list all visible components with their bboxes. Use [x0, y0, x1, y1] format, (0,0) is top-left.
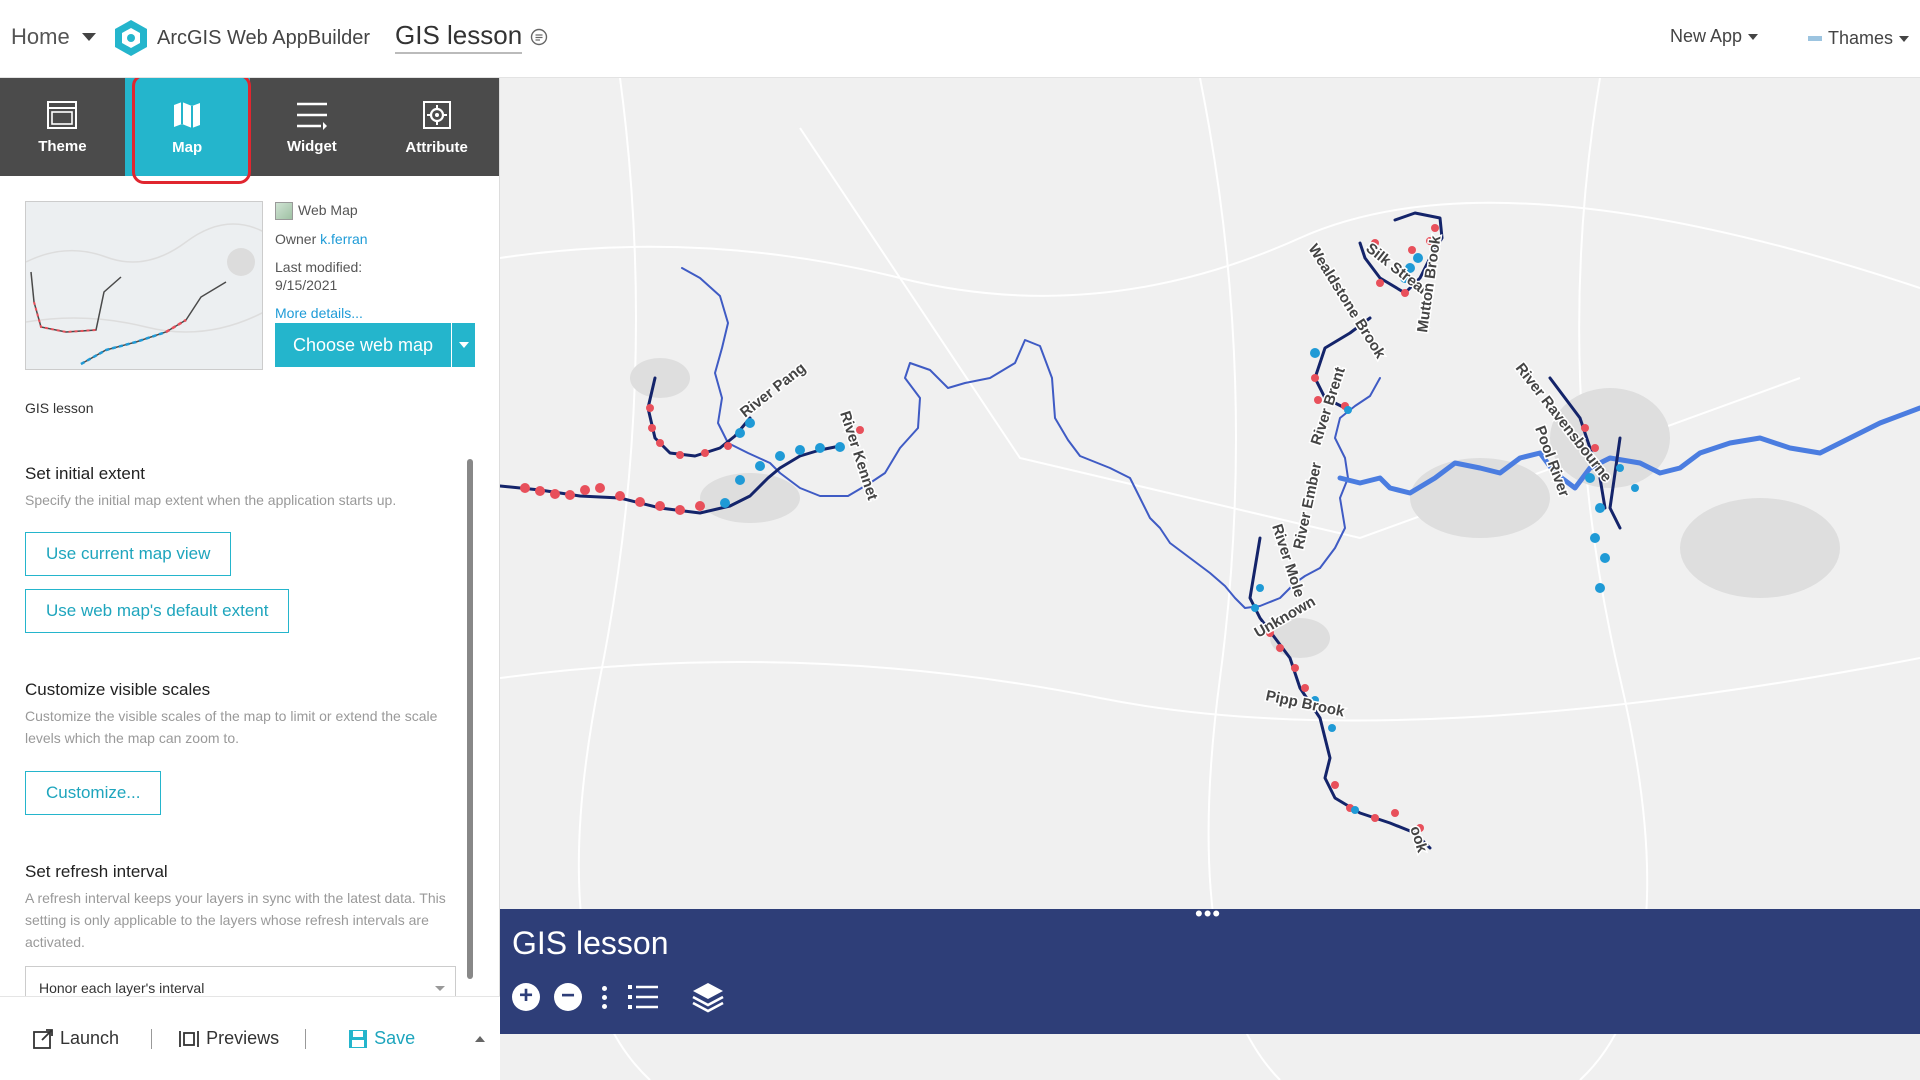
builder-side-panel: Theme Map Widget Attribute Web Map Owner…: [0, 74, 500, 1080]
chevron-down-icon: [1748, 33, 1759, 40]
label-pipp-brook: Pipp Brook: [1264, 687, 1346, 720]
visible-scales-heading: Customize visible scales: [25, 680, 211, 699]
tab-theme[interactable]: Theme: [0, 78, 125, 176]
launch-label: Launch: [60, 1028, 120, 1048]
home-label: Home: [11, 24, 70, 49]
last-modified-value: 9/15/2021: [275, 277, 338, 294]
top-bar: Home ArcGIS Web AppBuilder GIS lesson Ne…: [0, 0, 1920, 78]
refresh-interval-select[interactable]: Honor each layer's interval: [25, 966, 456, 996]
arcgis-logo-icon: [115, 20, 147, 56]
customize-scales-button[interactable]: Customize...: [25, 771, 162, 815]
theme-icon: [47, 100, 78, 129]
label-river-kennet: River Kennet: [836, 409, 881, 502]
previews-label: Previews: [206, 1028, 280, 1048]
refresh-interval-desc: A refresh interval keeps your layers in …: [25, 890, 446, 950]
previews-icon: [179, 1030, 199, 1047]
map-icon: [174, 101, 201, 128]
previews-button[interactable]: Previews: [178, 1028, 279, 1049]
web-map-thumbnail: [25, 201, 263, 370]
footer-divider: [305, 1028, 307, 1049]
owner-link[interactable]: k.ferran: [320, 231, 367, 247]
zoom-out-button[interactable]: −: [554, 983, 582, 1011]
web-map-type: Web Map: [275, 201, 368, 221]
tab-widget[interactable]: Widget: [250, 78, 375, 176]
choose-web-map-dropdown[interactable]: [452, 323, 475, 367]
theme-label: Thames: [1828, 28, 1894, 48]
owner-label: Owner: [275, 231, 317, 248]
legend-icon[interactable]: [627, 983, 659, 1011]
tab-map-label: Map: [172, 138, 203, 156]
map-settings-panel: Web Map Owner k.ferran Last modified: 9/…: [0, 176, 500, 996]
panel-resize-handle[interactable]: •••: [1195, 901, 1221, 927]
web-map-owner: Owner k.ferran: [275, 230, 368, 248]
map-panel-title: GIS lesson: [512, 925, 669, 961]
last-modified-label: Last modified:: [275, 259, 363, 276]
tab-widget-label: Widget: [286, 137, 337, 155]
layers-icon[interactable]: [691, 981, 725, 1013]
chevron-down-icon: [1899, 35, 1910, 42]
panel-scrollbar[interactable]: [467, 459, 473, 979]
save-icon: [349, 1029, 368, 1048]
builder-tabs: Theme Map Widget Attribute: [0, 74, 499, 184]
brand: ArcGIS Web AppBuilder: [113, 18, 370, 58]
tab-theme-label: Theme: [38, 137, 87, 155]
new-app-label: New App: [1670, 26, 1743, 46]
app-title[interactable]: GIS lesson: [395, 20, 548, 54]
zoom-in-button[interactable]: +: [512, 983, 540, 1011]
more-details-link[interactable]: More details...: [275, 305, 363, 321]
initial-extent-heading: Set initial extent: [25, 464, 146, 483]
tab-attribute-label: Attribute: [405, 138, 468, 156]
tab-map[interactable]: Map: [124, 74, 251, 184]
tab-attribute[interactable]: Attribute: [374, 78, 499, 176]
launch-button[interactable]: Launch: [32, 1028, 119, 1050]
theme-menu[interactable]: Thames: [1808, 28, 1910, 49]
brand-label: ArcGIS Web AppBuilder: [157, 26, 371, 49]
app-title-label: GIS lesson: [395, 20, 523, 54]
builder-footer: Launch Previews Save: [0, 996, 500, 1080]
map-toolbar: + −: [512, 981, 725, 1013]
label-ook: ook: [1406, 824, 1431, 855]
web-map-icon: [275, 202, 293, 221]
chevron-down-icon: [81, 33, 96, 41]
initial-extent-desc: Specify the initial map extent when the …: [25, 492, 397, 508]
save-label: Save: [374, 1028, 416, 1048]
chevron-up-icon[interactable]: [475, 1035, 486, 1042]
label-river-ember: River Ember: [1290, 461, 1325, 551]
new-app-menu[interactable]: New App: [1670, 26, 1759, 47]
refresh-interval-heading: Set refresh interval: [25, 862, 168, 881]
attribute-icon: [422, 100, 451, 129]
web-map-name: GIS lesson: [25, 400, 94, 416]
choose-web-map-split-button: Choose web map: [275, 323, 475, 367]
visible-scales-desc: Customize the visible scales of the map …: [25, 708, 438, 746]
web-map-type-label: Web Map: [298, 202, 358, 218]
home-menu[interactable]: Home: [11, 24, 96, 50]
chevron-down-icon: [458, 342, 469, 348]
widget-icon: [296, 102, 327, 130]
label-river-pang: River Pang: [737, 360, 809, 422]
choose-web-map-button[interactable]: Choose web map: [275, 323, 451, 367]
chevron-down-icon: [435, 986, 445, 991]
refresh-interval-value: Honor each layer's interval: [39, 980, 205, 996]
edit-info-icon[interactable]: [530, 28, 548, 46]
map-header-panel: ••• GIS lesson + −: [500, 901, 1920, 1034]
footer-divider: [151, 1028, 153, 1049]
web-map-info: Web Map Owner k.ferran Last modified: 9/…: [275, 201, 368, 332]
use-default-extent-button[interactable]: Use web map's default extent: [25, 589, 290, 633]
save-button[interactable]: Save: [348, 1028, 415, 1049]
river-labels: River Pang River Kennet Silk Stream Weal…: [735, 233, 1616, 857]
launch-icon: [33, 1028, 53, 1049]
use-current-map-view-button[interactable]: Use current map view: [25, 532, 232, 576]
more-icon[interactable]: [602, 985, 607, 1009]
theme-swatch-icon: [1808, 36, 1822, 41]
